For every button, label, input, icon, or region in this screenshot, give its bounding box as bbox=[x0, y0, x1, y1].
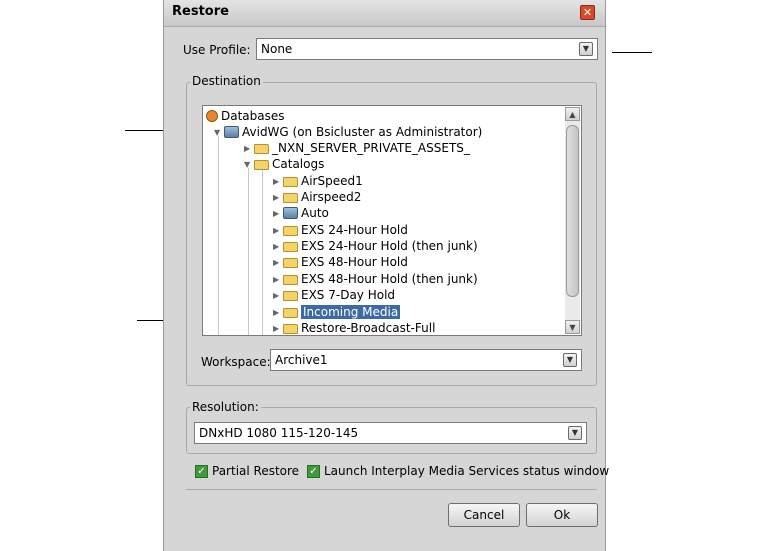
tree-node-label: Catalogs bbox=[272, 157, 325, 171]
ok-button[interactable]: Ok bbox=[526, 503, 598, 527]
folder-icon bbox=[283, 291, 298, 301]
tree-guide bbox=[262, 168, 263, 335]
resolution-legend: Resolution: bbox=[190, 400, 261, 414]
tree-node-label: _NXN_SERVER_PRIVATE_ASSETS_ bbox=[272, 141, 470, 155]
restore-dialog: Restore ✕ Use Profile: None ▼ Destinatio… bbox=[163, 0, 609, 551]
checkmark-icon[interactable]: ✓ bbox=[195, 464, 208, 478]
tree-node-airspeed1[interactable]: ▶ AirSpeed1 bbox=[273, 173, 363, 189]
launch-status-checkbox[interactable]: ✓ Launch Interplay Media Services status… bbox=[307, 464, 609, 478]
dialog-title: Restore bbox=[172, 4, 229, 19]
tree-node-label: EXS 24-Hour Hold (then junk) bbox=[301, 239, 478, 253]
collapsed-arrow-icon[interactable]: ▶ bbox=[273, 242, 283, 251]
workspace-label: Workspace: bbox=[201, 355, 271, 369]
destination-tree[interactable]: Databases ▼ AvidWG (on Bsicluster as Adm… bbox=[202, 105, 582, 336]
scrollbar-thumb[interactable] bbox=[566, 125, 579, 297]
tree-node-label: Auto bbox=[301, 206, 329, 220]
tree-node-exs24-junk[interactable]: ▶ EXS 24-Hour Hold (then junk) bbox=[273, 238, 478, 254]
partial-restore-label: Partial Restore bbox=[212, 464, 300, 478]
use-profile-value: None bbox=[261, 42, 293, 56]
chevron-down-icon[interactable]: ▼ bbox=[568, 426, 582, 440]
chevron-down-icon[interactable]: ▼ bbox=[579, 42, 593, 56]
folder-icon bbox=[283, 275, 298, 285]
tree-scrollbar[interactable]: ▲ ▼ bbox=[565, 107, 580, 334]
tree-node-databases[interactable]: Databases bbox=[206, 108, 285, 124]
tree-node-label: AvidWG (on Bsicluster as Administrator) bbox=[242, 125, 483, 139]
database-icon bbox=[206, 110, 218, 122]
workspace-combo[interactable]: Archive1 ▼ bbox=[270, 349, 582, 371]
tree-node-label-selected: Incoming Media bbox=[301, 305, 401, 319]
tree-node-incoming-media[interactable]: ▶ Incoming Media bbox=[273, 304, 401, 320]
collapsed-arrow-icon[interactable]: ▶ bbox=[273, 291, 283, 300]
tree-node-exs48[interactable]: ▶ EXS 48-Hour Hold bbox=[273, 254, 408, 270]
tree-node-exs24[interactable]: ▶ EXS 24-Hour Hold bbox=[273, 222, 408, 238]
expanded-arrow-icon[interactable]: ▼ bbox=[244, 160, 254, 169]
collapsed-arrow-icon[interactable]: ▶ bbox=[273, 258, 283, 267]
tree-node-label: AirSpeed1 bbox=[301, 174, 363, 188]
tree-node-restore-broadcast[interactable]: ▶ Restore-Broadcast-Full bbox=[273, 320, 436, 335]
tree-node-exs7day[interactable]: ▶ EXS 7-Day Hold bbox=[273, 287, 395, 303]
checkmark-icon[interactable]: ✓ bbox=[307, 464, 320, 478]
tree-node-airspeed2[interactable]: ▶ Airspeed2 bbox=[273, 189, 361, 205]
tree-node-label: EXS 48-Hour Hold bbox=[301, 255, 408, 269]
tree-node-label: Databases bbox=[221, 109, 285, 123]
title-bar[interactable]: Restore ✕ bbox=[164, 0, 605, 27]
folder-icon bbox=[283, 177, 298, 187]
tree-node-nxn-private[interactable]: ▶ _NXN_SERVER_PRIVATE_ASSETS_ bbox=[244, 140, 470, 156]
folder-icon bbox=[283, 242, 298, 252]
folder-icon bbox=[283, 193, 298, 203]
resolution-value: DNxHD 1080 115-120-145 bbox=[199, 426, 359, 440]
tree-node-catalogs[interactable]: ▼ Catalogs bbox=[244, 156, 324, 172]
use-profile-combo[interactable]: None ▼ bbox=[256, 38, 598, 60]
tree-node-label: EXS 48-Hour Hold (then junk) bbox=[301, 272, 478, 286]
button-separator bbox=[186, 489, 597, 490]
folder-icon bbox=[283, 324, 298, 334]
collapsed-arrow-icon[interactable]: ▶ bbox=[273, 324, 283, 333]
callout-line-profile bbox=[612, 52, 652, 53]
collapsed-arrow-icon[interactable]: ▶ bbox=[273, 209, 283, 218]
scroll-up-icon[interactable]: ▲ bbox=[565, 107, 580, 121]
collapsed-arrow-icon[interactable]: ▶ bbox=[273, 308, 283, 317]
tree-node-label: Airspeed2 bbox=[301, 190, 362, 204]
tree-node-exs48-junk[interactable]: ▶ EXS 48-Hour Hold (then junk) bbox=[273, 271, 478, 287]
use-profile-label: Use Profile: bbox=[183, 43, 251, 57]
partial-restore-checkbox[interactable]: ✓ Partial Restore bbox=[195, 464, 299, 478]
collapsed-arrow-icon[interactable]: ▶ bbox=[244, 144, 254, 153]
cancel-button[interactable]: Cancel bbox=[448, 503, 520, 527]
collapsed-arrow-icon[interactable]: ▶ bbox=[273, 226, 283, 235]
folder-icon bbox=[283, 258, 298, 268]
tree-guide bbox=[248, 168, 249, 335]
tree-node-avidwg[interactable]: ▼ AvidWG (on Bsicluster as Administrator… bbox=[214, 124, 482, 140]
collapsed-arrow-icon[interactable]: ▶ bbox=[273, 177, 283, 186]
launch-status-label: Launch Interplay Media Services status w… bbox=[324, 464, 610, 478]
workgroup-icon bbox=[224, 126, 239, 138]
resolution-combo[interactable]: DNxHD 1080 115-120-145 ▼ bbox=[194, 422, 587, 444]
destination-legend: Destination bbox=[190, 74, 263, 88]
scroll-down-icon[interactable]: ▼ bbox=[565, 320, 580, 334]
folder-icon bbox=[283, 226, 298, 236]
close-icon[interactable]: ✕ bbox=[580, 5, 595, 20]
tree-guide bbox=[218, 136, 219, 335]
tree-node-label: EXS 7-Day Hold bbox=[301, 288, 396, 302]
expanded-arrow-icon[interactable]: ▼ bbox=[214, 128, 224, 137]
tree-node-auto[interactable]: ▶ Auto bbox=[273, 205, 329, 221]
workspace-value: Archive1 bbox=[275, 353, 328, 367]
workgroup-icon bbox=[283, 207, 298, 219]
folder-icon bbox=[283, 308, 298, 318]
collapsed-arrow-icon[interactable]: ▶ bbox=[273, 193, 283, 202]
collapsed-arrow-icon[interactable]: ▶ bbox=[273, 275, 283, 284]
folder-icon bbox=[254, 144, 269, 154]
folder-icon bbox=[254, 160, 269, 170]
tree-node-label: EXS 24-Hour Hold bbox=[301, 223, 408, 237]
tree-node-label: Restore-Broadcast-Full bbox=[301, 321, 436, 335]
chevron-down-icon[interactable]: ▼ bbox=[563, 353, 577, 367]
